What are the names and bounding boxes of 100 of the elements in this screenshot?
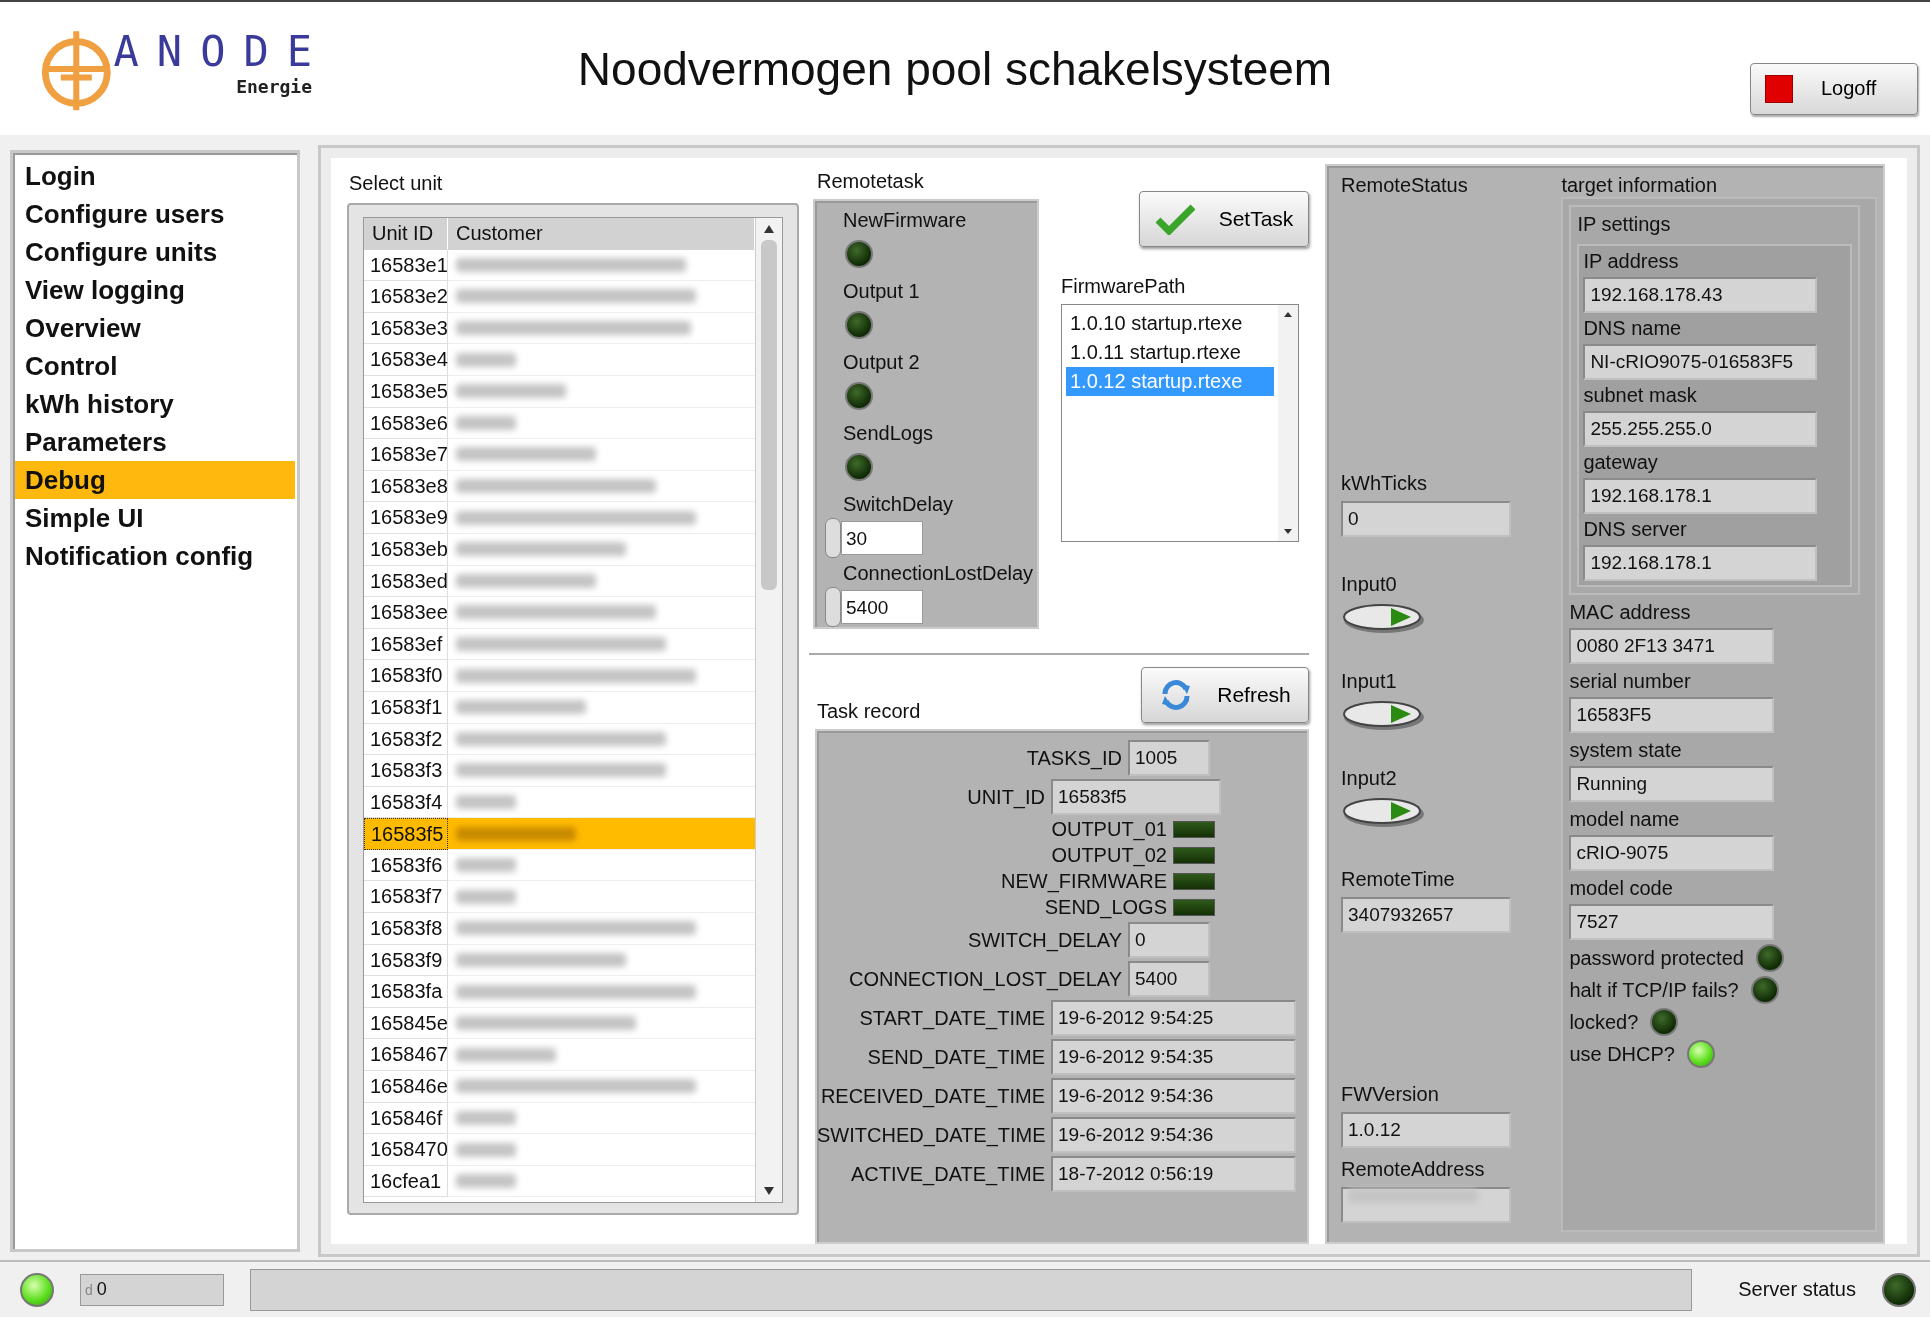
indicator-label: halt if TCP/IP fails? <box>1569 978 1739 1002</box>
indicator-label: NewFirmware <box>843 209 968 232</box>
field-label: MAC address <box>1569 601 1692 624</box>
table-cell[interactable]: 16583f8 <box>364 913 448 945</box>
nav-item[interactable]: Control <box>15 347 295 385</box>
field-value: 0 <box>96 1279 107 1300</box>
field-label: DNS name <box>1583 317 1683 340</box>
table-cell[interactable]: 16583e8 <box>364 470 448 503</box>
toggle-switch[interactable] <box>1341 796 1427 828</box>
nav-item[interactable]: Overview <box>15 309 295 347</box>
nav-item[interactable]: kWh history <box>15 385 295 423</box>
table-cell[interactable]: 16583e1 <box>364 249 448 282</box>
value-field: 5400 <box>1128 961 1210 997</box>
table-cell[interactable]: 165846e <box>364 1071 448 1103</box>
table-cell[interactable]: 16cfea1 <box>364 1165 448 1198</box>
table-cell[interactable]: 16583f2 <box>364 723 448 756</box>
nav-item[interactable]: View logging <box>15 271 295 309</box>
field-label: NEW_FIRMWARE <box>1000 870 1167 893</box>
field-label: RemoteTime <box>1341 868 1456 891</box>
logo-text: ANODE <box>113 26 330 76</box>
value-field: 1005 <box>1128 740 1210 776</box>
field-label: Input0 <box>1341 573 1398 596</box>
table-cell[interactable]: 165846f <box>364 1102 448 1135</box>
table-cell[interactable]: 16583ed <box>364 565 448 598</box>
field-label: SEND_DATE_TIME <box>866 1045 1045 1069</box>
field-label: kWhTicks <box>1341 472 1428 495</box>
value-field: 19-6-2012 9:54:36 <box>1051 1117 1296 1153</box>
nav-item[interactable]: Configure users <box>15 195 295 233</box>
table-cell[interactable]: 16583f6 <box>364 849 448 882</box>
redacted-text <box>456 889 516 904</box>
field-label: OUTPUT_02 <box>1050 844 1167 867</box>
group-label: IP settings <box>1577 213 1672 236</box>
field-label: subnet mask <box>1583 384 1698 407</box>
settask-button[interactable]: SetTask <box>1139 191 1309 247</box>
field-label: ConnectionLostDelay <box>843 562 1035 585</box>
table-cell[interactable]: 16583e7 <box>364 439 448 471</box>
value-field: 192.168.178.1 <box>1583 545 1818 581</box>
spinner-control[interactable] <box>825 518 841 558</box>
table-cell[interactable]: 16583f1 <box>364 691 448 724</box>
numeric-input[interactable]: 5400 <box>841 590 923 624</box>
logoff-button[interactable]: Logoff <box>1750 62 1918 115</box>
field-label: FWVersion <box>1341 1083 1440 1106</box>
section-label: Select unit <box>349 172 444 195</box>
table-cell[interactable]: 16583f3 <box>364 755 448 787</box>
table-cell[interactable]: 16583ef <box>364 628 448 661</box>
table-cell[interactable]: 16583fa <box>364 976 448 1008</box>
table-cell[interactable]: 16583f0 <box>364 660 448 692</box>
app-title: Noodvermogen pool schakelsysteem <box>576 41 1334 96</box>
column-header: Unit ID <box>364 218 448 250</box>
field-label: SEND_LOGS <box>1043 896 1167 919</box>
spinner-control[interactable] <box>825 587 841 627</box>
radix-label: d <box>85 1281 93 1298</box>
nav-item[interactable]: Configure units <box>15 233 295 271</box>
table-cell[interactable]: 16583ee <box>364 597 448 629</box>
field-label: serial number <box>1569 670 1692 693</box>
refresh-button[interactable]: Refresh <box>1141 667 1309 723</box>
value-field: 16583f5 <box>1051 779 1221 815</box>
section-label: RemoteStatus <box>1341 174 1469 197</box>
checkmark-icon <box>1154 203 1195 235</box>
list-label: FirmwarePath <box>1061 275 1187 298</box>
table-cell[interactable]: 16583e9 <box>364 502 448 534</box>
table-cell[interactable]: 16583e6 <box>364 407 448 440</box>
table-cell[interactable]: 16583e4 <box>364 344 448 376</box>
table-cell[interactable]: 165845e <box>364 1007 448 1040</box>
table-cell[interactable]: 16583e5 <box>364 375 448 408</box>
indicator-label: Output 2 <box>843 351 921 374</box>
table-cell[interactable]: 16583f7 <box>364 881 448 914</box>
section-label: Task record <box>817 700 921 723</box>
value-field: 192.168.178.43 <box>1583 277 1818 313</box>
value-field: 18-7-2012 0:56:19 <box>1051 1156 1296 1192</box>
scrollbar-thumb[interactable] <box>761 240 777 590</box>
nav-item[interactable]: Simple UI <box>15 499 295 537</box>
redacted-text <box>456 352 516 367</box>
table-cell[interactable]: 16583e2 <box>364 281 448 313</box>
toggle-switch[interactable] <box>1341 699 1427 731</box>
table-cell[interactable]: 1658467 <box>364 1039 448 1072</box>
table-cell[interactable]: 16583f5 <box>364 818 448 850</box>
field-label: CONNECTION_LOST_DELAY <box>847 967 1122 991</box>
numeric-input[interactable]: 30 <box>841 521 923 555</box>
field-label: model name <box>1569 808 1681 831</box>
nav-item[interactable]: Debug <box>15 461 295 499</box>
field-label: SwitchDelay <box>843 493 955 516</box>
value-field: 0 <box>1341 501 1511 537</box>
redacted-text <box>456 1110 516 1125</box>
value-field: 0 <box>1128 922 1210 958</box>
list-item[interactable]: 1.0.11 startup.rtexe <box>1066 338 1274 367</box>
table-cell[interactable]: 1658470 <box>364 1134 448 1166</box>
value-field: 192.168.178.1 <box>1583 478 1818 514</box>
value-field: 19-6-2012 9:54:35 <box>1051 1039 1296 1075</box>
redacted-text <box>456 1174 516 1189</box>
nav-item[interactable]: Notification config <box>15 537 295 575</box>
table-cell[interactable]: 16583e3 <box>364 312 448 345</box>
table-cell[interactable]: 16583f9 <box>364 944 448 977</box>
field-label: RemoteAddress <box>1341 1158 1486 1181</box>
list-item[interactable]: 1.0.10 startup.rtexe <box>1066 309 1274 338</box>
field-label: Input2 <box>1341 767 1398 790</box>
toggle-switch[interactable] <box>1341 602 1427 634</box>
nav-item[interactable]: Parameters <box>15 423 295 461</box>
nav-item[interactable]: Login <box>15 157 295 195</box>
table-cell[interactable]: 16583eb <box>364 533 448 566</box>
